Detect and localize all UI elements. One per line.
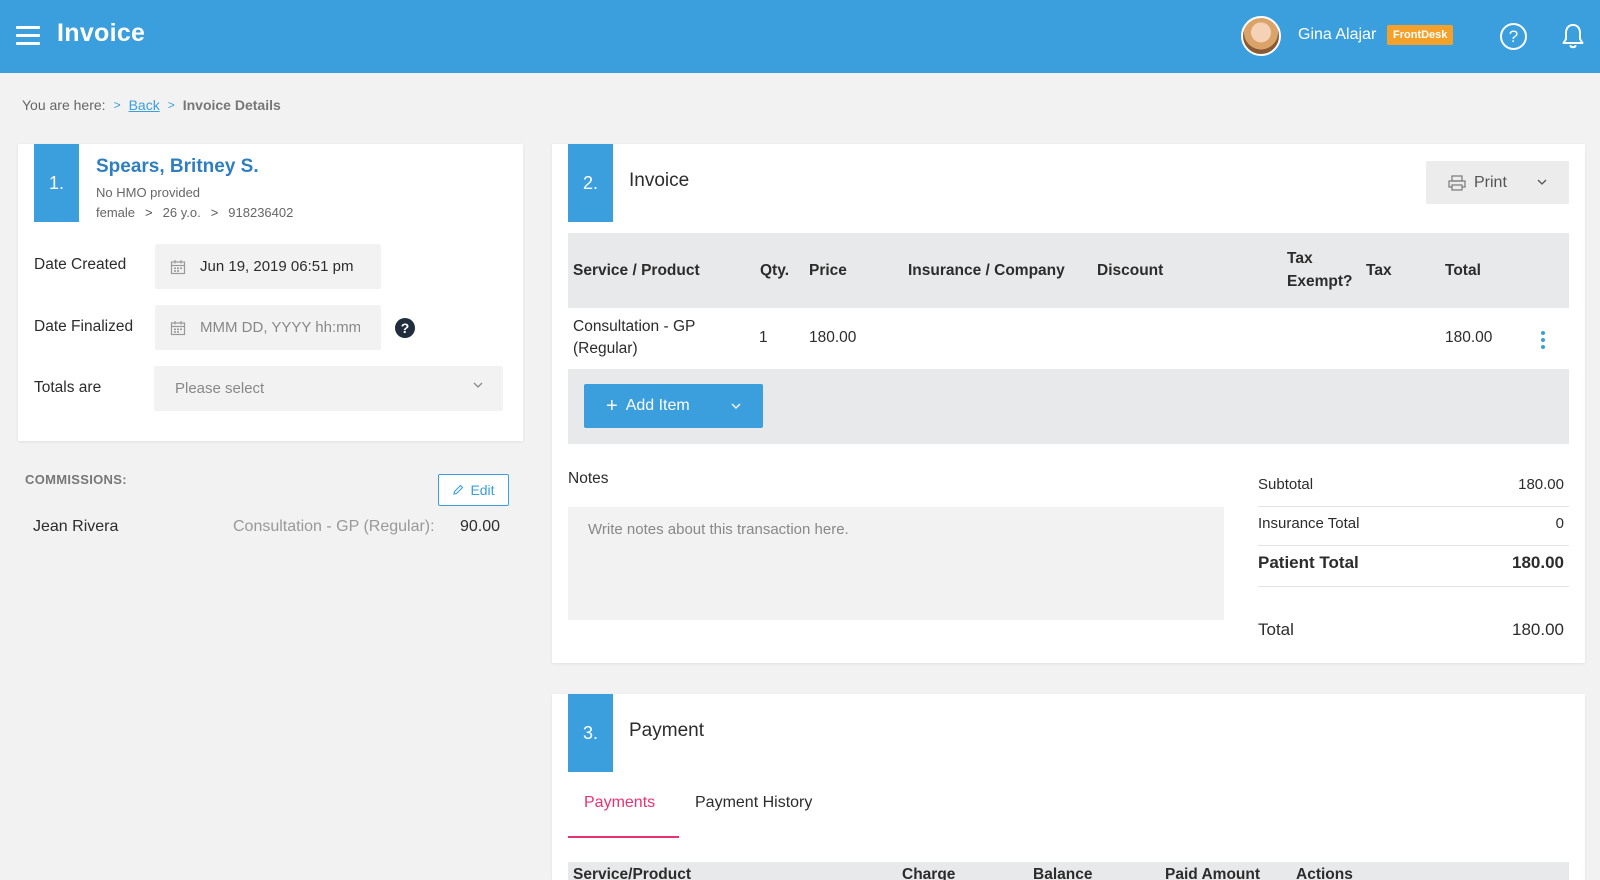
calendar-icon <box>170 259 186 274</box>
insurance-total-value: 0 <box>1555 515 1564 532</box>
patient-gender: female <box>96 205 136 220</box>
printer-icon <box>1448 174 1466 191</box>
chevron-right-icon: > <box>210 205 219 220</box>
kebab-icon[interactable] <box>1541 331 1545 352</box>
divider <box>1258 545 1569 546</box>
row-service-2: (Regular) <box>573 340 638 357</box>
step-badge: 2. <box>568 144 613 222</box>
payment-title: Payment <box>629 720 704 741</box>
col-price: Price <box>809 262 847 279</box>
chevron-down-icon <box>731 403 741 409</box>
user-name[interactable]: Gina Alajar <box>1298 26 1376 44</box>
date-created-label: Date Created <box>34 256 127 273</box>
col-actions: Actions <box>1296 866 1353 880</box>
back-link[interactable]: Back <box>129 97 160 113</box>
col-tax-exempt-1: Tax <box>1287 250 1313 267</box>
patient-meta: female > 26 y.o. > 918236402 <box>96 205 293 220</box>
commission-person: Jean Rivera <box>33 518 119 535</box>
pencil-icon <box>453 484 464 495</box>
tab-payment-history[interactable]: Payment History <box>695 794 812 812</box>
patient-phone: 918236402 <box>228 205 294 220</box>
chevron-down-icon <box>473 382 483 388</box>
total-label: Total <box>1258 620 1294 639</box>
patient-total-value: 180.00 <box>1512 553 1564 572</box>
col-balance: Balance <box>1033 866 1093 880</box>
add-item-button[interactable]: + Add Item <box>584 384 763 428</box>
avatar[interactable] <box>1241 16 1281 56</box>
date-finalized-field[interactable]: MMM DD, YYYY hh:mm <box>155 305 381 350</box>
payment-table-header: Service/Product Charge Balance Paid Amou… <box>568 862 1569 880</box>
step-badge: 1. <box>34 144 79 222</box>
date-created-value: Jun 19, 2019 06:51 pm <box>200 258 354 275</box>
col-qty: Qty. <box>760 262 789 279</box>
question-icon[interactable]: ? <box>395 318 415 338</box>
date-finalized-label: Date Finalized <box>34 318 134 335</box>
edit-commissions-button[interactable]: Edit <box>438 474 509 506</box>
commission-amount: 90.00 <box>460 518 501 535</box>
help-circle-icon[interactable]: ? <box>1500 23 1527 50</box>
tab-payments[interactable]: Payments <box>584 794 655 812</box>
row-price: 180.00 <box>809 329 857 346</box>
breadcrumb-prefix: You are here: <box>22 97 106 113</box>
patient-name[interactable]: Spears, Britney S. <box>96 156 259 178</box>
totals-label: Totals are <box>34 379 102 396</box>
col-service-product: Service/Product <box>573 866 692 880</box>
menu-icon[interactable] <box>16 26 40 46</box>
col-charge: Charge <box>902 866 956 880</box>
subtotal-label: Subtotal <box>1258 476 1314 493</box>
row-service-1: Consultation - GP <box>573 318 696 335</box>
chevron-right-icon: > <box>167 98 175 112</box>
chevron-down-icon <box>1537 179 1547 185</box>
print-button[interactable]: Print <box>1426 161 1569 204</box>
subtotal-value: 180.00 <box>1518 476 1564 493</box>
divider <box>1258 506 1569 507</box>
role-badge: FrontDesk <box>1387 25 1454 45</box>
calendar-icon <box>170 320 186 335</box>
chevron-right-icon: > <box>113 98 121 112</box>
date-finalized-placeholder: MMM DD, YYYY hh:mm <box>200 319 360 336</box>
insurance-total-row: Insurance Total 0 <box>1258 515 1564 532</box>
patient-age: 26 y.o. <box>162 205 201 220</box>
invoice-table-header <box>568 233 1569 308</box>
col-discount: Discount <box>1097 262 1164 279</box>
active-tab-indicator <box>568 836 679 838</box>
top-bar: Invoice Gina Alajar FrontDesk ? <box>0 0 1600 73</box>
subtotal-row: Subtotal 180.00 <box>1258 476 1564 493</box>
total-row: Total 180.00 <box>1258 620 1564 640</box>
row-total: 180.00 <box>1445 329 1493 346</box>
col-paid-amount: Paid Amount <box>1165 866 1261 880</box>
divider <box>1258 586 1569 587</box>
col-total: Total <box>1445 262 1481 279</box>
col-tax-exempt-2: Exempt? <box>1287 273 1353 290</box>
col-insurance: Insurance / Company <box>908 262 1065 279</box>
row-qty: 1 <box>759 329 768 346</box>
patient-card: 1. Spears, Britney S. No HMO provided fe… <box>18 144 523 441</box>
patient-total-label: Patient Total <box>1258 553 1359 572</box>
patient-hmo: No HMO provided <box>96 185 201 200</box>
insurance-total-label: Insurance Total <box>1258 515 1360 532</box>
chevron-right-icon: > <box>145 205 153 220</box>
total-value: 180.00 <box>1512 620 1564 639</box>
edit-label: Edit <box>470 482 495 498</box>
breadcrumb-current: Invoice Details <box>182 97 281 113</box>
col-service: Service / Product <box>573 262 700 279</box>
invoice-title: Invoice <box>629 170 690 191</box>
breadcrumb: You are here: > Back > Invoice Details <box>22 97 281 113</box>
commission-service: Consultation - GP (Regular): <box>233 518 435 535</box>
plus-icon: + <box>606 394 618 417</box>
page-title: Invoice <box>57 19 146 47</box>
totals-select[interactable]: Please select <box>154 366 503 411</box>
payment-card: 3. Payment <box>552 694 1585 880</box>
col-tax: Tax <box>1366 262 1392 279</box>
bell-icon[interactable] <box>1561 22 1585 50</box>
step-badge: 3. <box>568 694 613 772</box>
date-created-field[interactable]: Jun 19, 2019 06:51 pm <box>155 244 381 289</box>
commissions-label: COMMISSIONS: <box>25 472 127 487</box>
add-item-label: Add Item <box>625 397 690 414</box>
notes-label: Notes <box>568 470 609 487</box>
notes-textarea[interactable] <box>568 507 1224 620</box>
totals-placeholder: Please select <box>175 380 265 397</box>
patient-total-row: Patient Total 180.00 <box>1258 553 1564 573</box>
print-label: Print <box>1474 173 1507 191</box>
